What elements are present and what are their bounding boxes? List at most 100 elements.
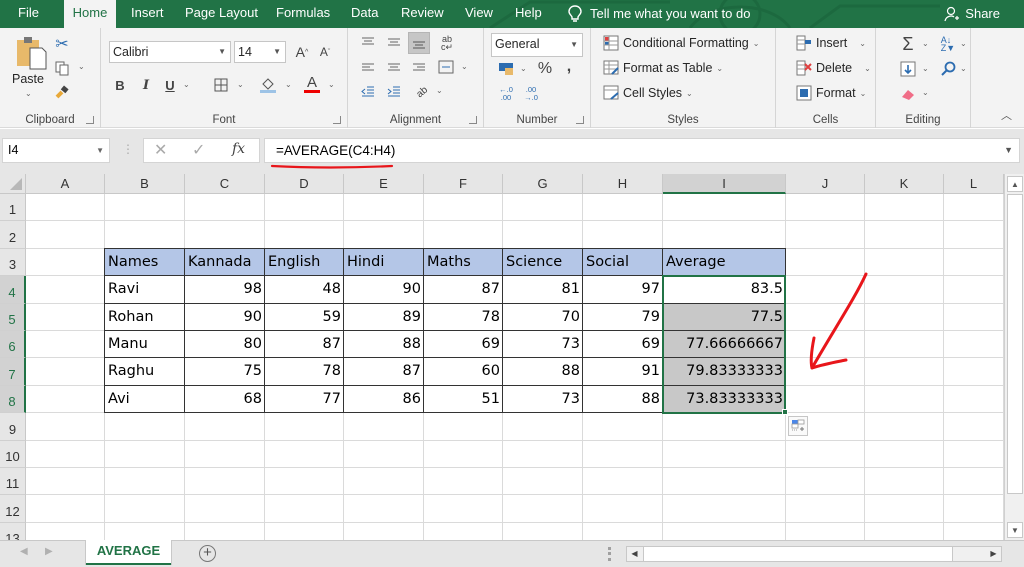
horizontal-scrollbar[interactable]: ◀ ▶ xyxy=(626,546,1002,562)
score-cell[interactable]: 73 xyxy=(503,331,583,358)
column-header-f[interactable]: F xyxy=(424,174,503,194)
scroll-up-icon[interactable]: ▲ xyxy=(1007,176,1023,192)
table-header-cell[interactable]: Kannada xyxy=(185,248,265,277)
name-cell[interactable]: Raghu xyxy=(105,358,185,385)
increase-decimal-icon[interactable]: ←.0.00 xyxy=(496,84,516,104)
format-cells-button[interactable]: Format ⌄ xyxy=(796,85,866,101)
share-button[interactable]: Share xyxy=(944,0,1000,28)
fill-color-icon[interactable] xyxy=(257,74,279,96)
prev-sheet-icon[interactable]: ◀ xyxy=(20,546,28,557)
score-cell[interactable]: 75 xyxy=(185,358,265,385)
row-header-1[interactable]: 1 xyxy=(0,194,26,222)
score-cell[interactable]: 78 xyxy=(265,358,344,385)
score-cell[interactable]: 87 xyxy=(344,358,424,385)
average-cell[interactable]: 77.66666667 xyxy=(663,331,786,359)
delete-cells-button[interactable]: Delete ⌄ xyxy=(796,60,871,76)
row-header-4[interactable]: 4 xyxy=(0,276,26,304)
underline-button[interactable]: U xyxy=(161,75,179,95)
scroll-left-icon[interactable]: ◀ xyxy=(627,547,642,561)
average-cell[interactable]: 79.83333333 xyxy=(663,358,786,386)
clear-eraser-icon[interactable] xyxy=(898,84,918,104)
table-header-cell[interactable]: Names xyxy=(105,248,185,277)
paste-button[interactable]: Paste ⌄ xyxy=(10,36,50,98)
score-cell[interactable]: 98 xyxy=(185,276,265,303)
italic-button[interactable]: I xyxy=(137,75,155,95)
average-cell[interactable]: 73.83333333 xyxy=(663,385,786,414)
column-header-c[interactable]: C xyxy=(185,174,265,194)
insert-function-icon[interactable]: fx xyxy=(232,141,245,157)
tab-formulas[interactable]: Formulas xyxy=(268,0,338,28)
add-sheet-button[interactable]: + xyxy=(199,545,216,562)
row-header-3[interactable]: 3 xyxy=(0,248,26,277)
copy-icon[interactable] xyxy=(52,58,72,78)
column-header-j[interactable]: J xyxy=(786,174,865,194)
column-header-g[interactable]: G xyxy=(503,174,583,194)
score-cell[interactable]: 59 xyxy=(265,304,344,331)
score-cell[interactable]: 87 xyxy=(265,331,344,358)
table-header-cell[interactable]: Maths xyxy=(424,248,503,277)
format-as-table-button[interactable]: Format as Table ⌄ xyxy=(603,60,723,76)
font-color-dropdown-icon[interactable]: ⌄ xyxy=(328,80,335,89)
score-cell[interactable]: 69 xyxy=(583,331,663,358)
score-cell[interactable]: 88 xyxy=(503,358,583,385)
table-header-cell[interactable]: Hindi xyxy=(344,248,424,277)
name-cell[interactable]: Rohan xyxy=(105,304,185,331)
formula-input[interactable]: =AVERAGE(C4:H4) ▼ xyxy=(264,138,1020,163)
tell-me-search[interactable]: Tell me what you want to do xyxy=(568,0,750,28)
vertical-scrollbar[interactable]: ▲ ▼ xyxy=(1004,174,1024,540)
fill-handle[interactable] xyxy=(782,409,788,416)
name-box[interactable]: I4 ▼ xyxy=(2,138,110,163)
table-header-cell[interactable]: Social xyxy=(583,248,663,277)
row-header-2[interactable]: 2 xyxy=(0,221,26,249)
row-header-10[interactable]: 10 xyxy=(0,440,26,468)
score-cell[interactable]: 80 xyxy=(185,331,265,358)
sheet-tab-average[interactable]: AVERAGE xyxy=(86,540,171,565)
cancel-icon[interactable]: ✕ xyxy=(154,140,167,160)
fill-dropdown-icon[interactable]: ⌄ xyxy=(922,64,929,73)
font-size-select[interactable]: 14 ▼ xyxy=(234,41,286,63)
underline-dropdown-icon[interactable]: ⌄ xyxy=(183,80,190,89)
fill-icon[interactable] xyxy=(898,59,918,79)
row-header-6[interactable]: 6 xyxy=(0,331,26,359)
comma-button[interactable]: , xyxy=(562,57,576,77)
borders-icon[interactable] xyxy=(211,75,231,95)
merge-dropdown-icon[interactable]: ⌄ xyxy=(461,62,468,71)
score-cell[interactable]: 87 xyxy=(424,276,503,303)
decrease-indent-icon[interactable] xyxy=(358,84,378,100)
wrap-text-icon[interactable]: ab c↵ xyxy=(437,34,457,52)
align-bottom-icon[interactable] xyxy=(408,32,430,54)
align-right-icon[interactable] xyxy=(409,60,429,76)
tab-home[interactable]: Home xyxy=(64,0,116,28)
score-cell[interactable]: 90 xyxy=(344,276,424,303)
shrink-font-button[interactable]: Aˇ xyxy=(315,42,335,62)
column-header-l[interactable]: L xyxy=(944,174,1004,194)
average-cell[interactable]: 77.5 xyxy=(663,303,786,331)
score-cell[interactable]: 88 xyxy=(344,331,424,358)
row-header-11[interactable]: 11 xyxy=(0,468,26,496)
number-format-select[interactable]: General ▼ xyxy=(491,33,583,57)
score-cell[interactable]: 51 xyxy=(424,386,503,413)
score-cell[interactable]: 78 xyxy=(424,304,503,331)
scroll-down-icon[interactable]: ▼ xyxy=(1007,522,1023,538)
orientation-dropdown-icon[interactable]: ⌄ xyxy=(436,86,443,95)
score-cell[interactable]: 89 xyxy=(344,304,424,331)
column-header-k[interactable]: K xyxy=(865,174,944,194)
tab-help[interactable]: Help xyxy=(507,0,550,28)
table-header-cell[interactable]: Science xyxy=(503,248,583,277)
worksheet-grid[interactable]: A B C D E F G H I J K L 1 2 3 4 5 6 7 8 9 10 11 12 13 Names Kannad… xyxy=(0,174,1004,540)
select-all-button[interactable] xyxy=(0,174,26,194)
score-cell[interactable]: 88 xyxy=(583,386,663,413)
clear-dropdown-icon[interactable]: ⌄ xyxy=(922,88,929,97)
row-header-5[interactable]: 5 xyxy=(0,303,26,331)
orientation-icon[interactable]: ab xyxy=(409,79,435,104)
accounting-dropdown-icon[interactable]: ⌄ xyxy=(520,64,527,73)
tab-split-handle[interactable] xyxy=(608,547,611,561)
collapse-ribbon-icon[interactable]: ︿ xyxy=(1001,107,1012,123)
row-header-13[interactable]: 13 xyxy=(0,522,26,540)
row-header-8[interactable]: 8 xyxy=(0,385,26,414)
tab-view[interactable]: View xyxy=(457,0,501,28)
next-sheet-icon[interactable]: ▶ xyxy=(45,546,53,557)
autosum-dropdown-icon[interactable]: ⌄ xyxy=(922,39,929,48)
increase-indent-icon[interactable] xyxy=(384,84,404,100)
score-cell[interactable]: 79 xyxy=(583,304,663,331)
